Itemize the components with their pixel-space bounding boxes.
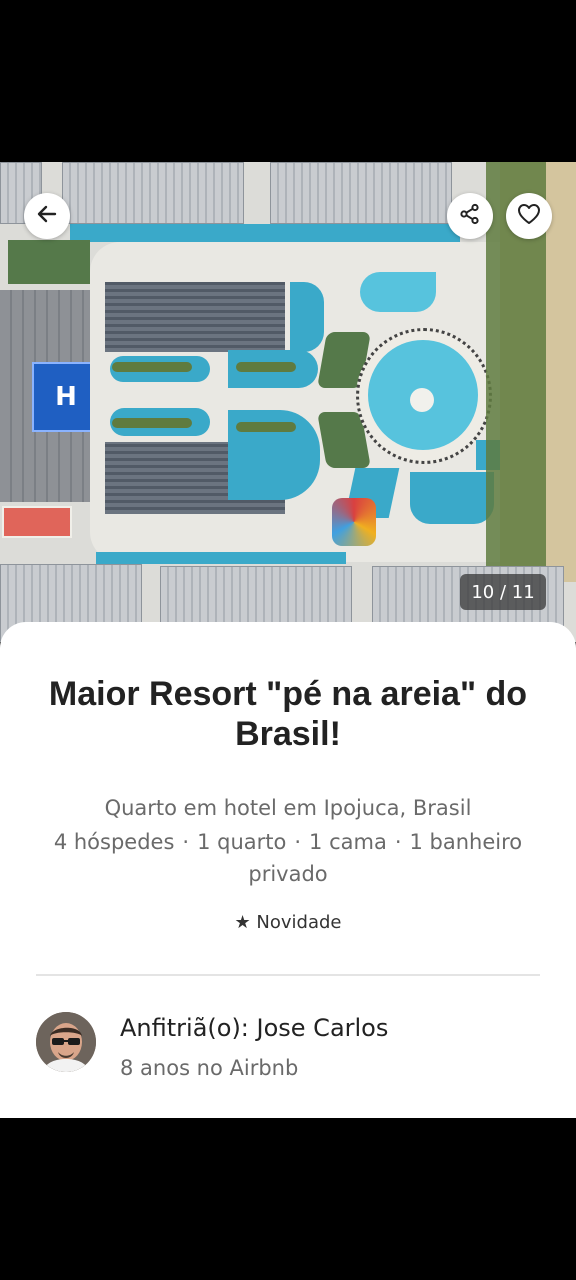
listing-photo[interactable]: H — [0, 162, 576, 642]
pool-island — [410, 388, 434, 412]
listing-title: Maior Resort "pé na areia" do Brasil! — [48, 675, 528, 753]
pool — [410, 472, 494, 524]
navigation-area — [0, 1118, 576, 1280]
tennis-court — [2, 506, 72, 538]
photo-counter-text: 10 / 11 — [471, 581, 535, 603]
share-icon — [459, 203, 481, 229]
listing-capacity: 4 hóspedes · 1 quarto · 1 cama · 1 banheiro pr… — [30, 826, 546, 890]
palm-row — [112, 418, 192, 428]
garden — [8, 240, 90, 284]
palm-row — [112, 362, 192, 372]
building — [62, 162, 244, 224]
pool-strip — [96, 552, 346, 564]
building — [270, 162, 452, 224]
water-slide — [332, 498, 376, 546]
back-button[interactable] — [24, 193, 70, 239]
building — [105, 282, 285, 352]
host-avatar[interactable] — [36, 1012, 96, 1072]
photo-counter: 10 / 11 — [460, 574, 546, 610]
back-arrow-icon — [36, 203, 58, 229]
pool-strip — [70, 224, 460, 242]
pool — [360, 272, 436, 312]
new-badge: ★ Novidade — [0, 912, 576, 933]
host-tenure: 8 anos no Airbnb — [120, 1056, 299, 1080]
divider — [36, 974, 540, 976]
beds-count: 1 cama — [309, 830, 387, 854]
separator: · — [294, 830, 302, 854]
separator: · — [182, 830, 190, 854]
guests-count: 4 hóspedes — [53, 830, 175, 854]
favorite-button[interactable] — [506, 193, 552, 239]
badge-label: Novidade — [256, 912, 342, 933]
star-icon: ★ — [234, 912, 251, 933]
host-name[interactable]: Anfitriã(o): Jose Carlos — [120, 1014, 388, 1042]
share-button[interactable] — [447, 193, 493, 239]
status-area — [0, 0, 576, 162]
rooms-count: 1 quarto — [197, 830, 287, 854]
pool — [290, 282, 324, 352]
palm-row — [236, 422, 296, 432]
heart-icon — [517, 203, 541, 229]
listing-details-sheet: Maior Resort "pé na areia" do Brasil! Qu… — [0, 622, 576, 1118]
parking-lot — [0, 432, 90, 502]
separator: · — [394, 830, 402, 854]
palm-row — [236, 362, 296, 372]
listing-subtitle: Quarto em hotel em Ipojuca, Brasil — [104, 796, 472, 820]
helipad-label: H — [55, 382, 77, 412]
